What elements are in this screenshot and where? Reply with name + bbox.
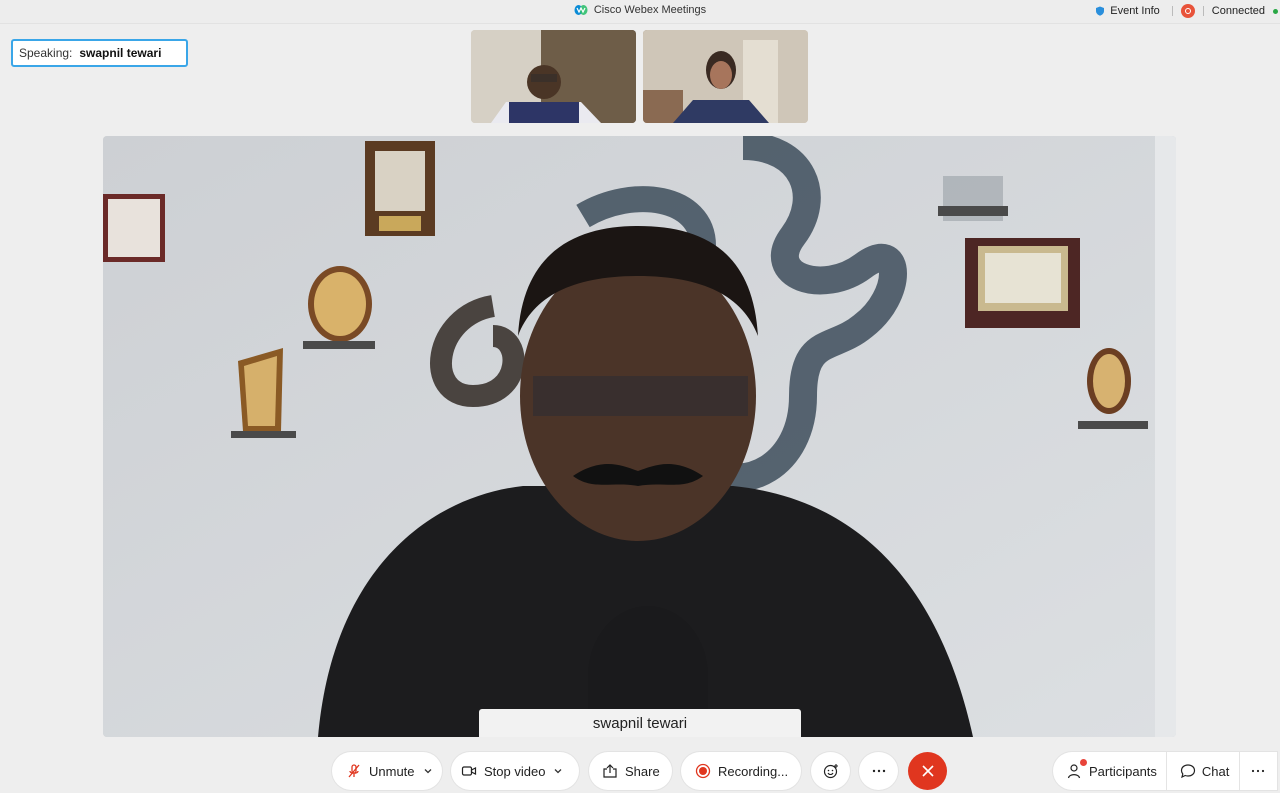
video-camera-icon: [461, 766, 477, 776]
share-label: Share: [625, 763, 660, 779]
chevron-down-icon[interactable]: [553, 766, 563, 776]
info-shield-icon: [1096, 6, 1105, 16]
share-button[interactable]: Share: [589, 752, 672, 790]
chat-button[interactable]: Chat: [1167, 752, 1239, 790]
reactions-button[interactable]: [811, 752, 850, 790]
connection-status-label: Connected: [1211, 5, 1265, 17]
stop-video-button[interactable]: Stop video: [451, 752, 579, 790]
divider: [1171, 6, 1173, 16]
connection-status: Connected: [1212, 5, 1278, 17]
connected-dot-icon: [1273, 8, 1278, 14]
title-bar: Cisco Webex Meetings Event Info Connecte…: [0, 0, 1280, 24]
participant-video-1: [471, 30, 636, 123]
speaking-label: Speaking:: [19, 46, 73, 60]
end-call-button[interactable]: [908, 752, 947, 790]
chat-label: Chat: [1201, 763, 1230, 779]
app-title-text: Cisco Webex Meetings: [593, 4, 707, 16]
speaker-video-feed: [103, 136, 1176, 737]
participants-button[interactable]: Participants: [1053, 752, 1166, 790]
main-video-name-tag: swapnil tewari: [479, 709, 801, 737]
participants-label: Participants: [1089, 763, 1157, 779]
unmute-button[interactable]: Unmute: [332, 752, 442, 790]
participant-thumbnail[interactable]: [471, 30, 636, 123]
more-icon: [1252, 769, 1265, 773]
active-speaker-indicator: Speaking: swapnil tewari: [11, 39, 188, 67]
chat-bubble-icon: [1180, 764, 1196, 779]
recording-indicator-icon[interactable]: [1180, 4, 1195, 18]
mic-muted-icon: [348, 764, 360, 778]
more-options-button[interactable]: [859, 752, 898, 790]
more-icon: [872, 769, 885, 773]
panel-controls: Participants Chat: [1053, 752, 1277, 790]
webex-logo-icon: [574, 5, 588, 15]
share-icon: [603, 764, 617, 778]
unmute-label: Unmute: [369, 763, 415, 779]
recording-label: Recording...: [718, 763, 789, 779]
smiley-icon: [823, 764, 838, 779]
app-title: Cisco Webex Meetings: [0, 4, 1280, 16]
recording-button[interactable]: Recording...: [681, 752, 801, 790]
participant-thumbnail[interactable]: [643, 30, 808, 123]
record-icon: [695, 763, 711, 779]
speaking-name: swapnil tewari: [79, 46, 162, 60]
main-video[interactable]: [103, 136, 1176, 737]
chevron-down-icon[interactable]: [423, 766, 433, 776]
event-info-label: Event Info: [1110, 5, 1160, 17]
event-info-button[interactable]: Event Info: [1095, 5, 1160, 17]
more-panels-button[interactable]: [1240, 752, 1276, 790]
participant-video-2: [643, 30, 808, 123]
notification-badge: [1080, 759, 1087, 766]
stop-video-label: Stop video: [484, 763, 546, 779]
divider: [1202, 6, 1204, 16]
end-call-icon: [921, 765, 934, 777]
